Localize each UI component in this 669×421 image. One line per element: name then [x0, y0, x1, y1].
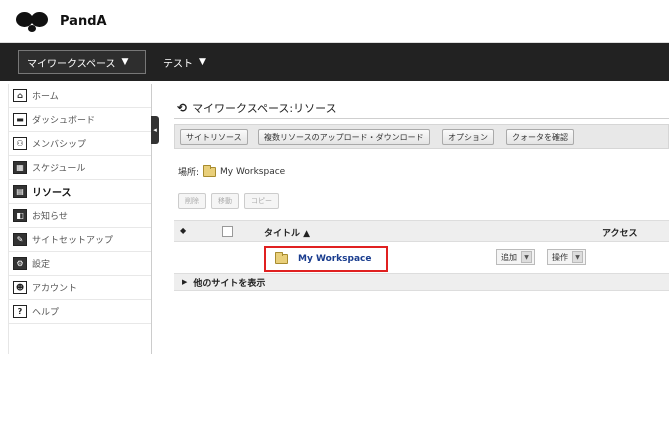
- sidebar-item-label: アカウント: [32, 284, 78, 294]
- sidebar-item-label: ダッシュボード: [32, 116, 96, 126]
- move-button[interactable]: 移動: [211, 193, 239, 209]
- reset-icon[interactable]: ⟲: [177, 101, 187, 115]
- resources-toolbar: サイトリソース 複数リソースのアップロード・ダウンロード オプション クォータを…: [174, 124, 669, 149]
- sidebar-item-label: お知らせ: [32, 212, 68, 222]
- options-button[interactable]: オプション: [442, 129, 494, 145]
- settings-icon: ⚙: [13, 257, 27, 270]
- show-other-sites-label: 他のサイトを表示: [193, 278, 266, 289]
- sidebar-item-label: 設定: [32, 260, 51, 270]
- sidebar-collapse-icon[interactable]: ◂: [151, 116, 159, 144]
- sort-toggle-icon[interactable]: ◆: [180, 226, 186, 235]
- check-quota-button[interactable]: クォータを確認: [506, 129, 574, 145]
- bulk-upload-download-button[interactable]: 複数リソースのアップロード・ダウンロード: [258, 129, 430, 145]
- select-all-checkbox[interactable]: [222, 226, 233, 237]
- site-resources-button[interactable]: サイトリソース: [180, 129, 248, 145]
- sidebar-item-help[interactable]: ? ヘルプ: [9, 300, 151, 324]
- sidebar-item-announcements[interactable]: ◧ お知らせ: [9, 204, 151, 228]
- sidebar-item-label: メンバシップ: [32, 140, 87, 150]
- chevron-down-icon: ▼: [572, 251, 583, 263]
- sidebar-item-membership[interactable]: ⚇ メンバシップ: [9, 132, 151, 156]
- remove-button[interactable]: 削除: [178, 193, 206, 209]
- actions-menu-label: 操作: [552, 252, 568, 262]
- table-row: [174, 243, 669, 270]
- home-icon: ⌂: [13, 89, 27, 102]
- resources-icon: ▤: [13, 185, 27, 198]
- header: PandA: [0, 0, 669, 43]
- sidebar-item-resources[interactable]: ▤ リソース: [9, 180, 151, 204]
- sidebar-item-label: サイトセットアップ: [32, 236, 114, 246]
- tool-sidebar: ⌂ ホーム ▬ ダッシュボード ⚇ メンバシップ ▦ スケジュール ▤ リソース…: [8, 84, 152, 354]
- tab-test-site-label: テスト: [163, 58, 193, 70]
- tab-test-site[interactable]: テスト ▼: [155, 50, 214, 74]
- sidebar-item-account[interactable]: ☻ アカウント: [9, 276, 151, 300]
- add-menu-label: 追加: [501, 252, 517, 262]
- folder-icon: [203, 164, 217, 177]
- column-header-title[interactable]: タイトル ▲: [264, 226, 310, 239]
- tab-my-workspace-label: マイワークスペース: [27, 58, 116, 70]
- sidebar-item-label: スケジュール: [32, 164, 86, 174]
- location-value: My Workspace: [220, 166, 286, 177]
- membership-icon: ⚇: [13, 137, 27, 150]
- location-label: 場所:: [178, 168, 200, 178]
- announcements-icon: ◧: [13, 209, 27, 222]
- chevron-down-icon: ▼: [121, 57, 129, 67]
- sidebar-item-label: リソース: [32, 188, 72, 199]
- divider: [174, 118, 669, 119]
- page-title: ⟲ マイワークスペース:リソース: [177, 100, 337, 116]
- site-nav-bar: マイワークスペース ▼ テスト ▼: [0, 43, 669, 81]
- sidebar-item-home[interactable]: ⌂ ホーム: [9, 84, 151, 108]
- chevron-down-icon: ▼: [521, 251, 532, 263]
- actions-menu-button[interactable]: 操作 ▼: [547, 249, 586, 265]
- app-name: PandA: [60, 13, 107, 29]
- copy-button[interactable]: コピー: [244, 193, 279, 209]
- table-header: ◆ タイトル ▲ アクセス: [174, 220, 669, 242]
- show-other-sites-toggle[interactable]: ▶ 他のサイトを表示: [174, 273, 669, 291]
- breadcrumb: 場所: My Workspace: [178, 164, 286, 178]
- tab-my-workspace[interactable]: マイワークスペース ▼: [18, 50, 146, 74]
- add-menu-button[interactable]: 追加 ▼: [496, 249, 535, 265]
- sidebar-item-site-setup[interactable]: ✎ サイトセットアップ: [9, 228, 151, 252]
- resource-title: My Workspace: [298, 254, 372, 264]
- sidebar-item-label: ヘルプ: [32, 308, 60, 318]
- sidebar-item-dashboard[interactable]: ▬ ダッシュボード: [9, 108, 151, 132]
- page-title-text: マイワークスペース:リソース: [192, 102, 337, 115]
- calendar-icon: ▦: [13, 161, 27, 174]
- panda-logo[interactable]: PandA: [16, 9, 107, 33]
- dashboard-icon: ▬: [13, 113, 27, 126]
- panda-logo-icon: [16, 9, 56, 33]
- column-header-access: アクセス: [602, 229, 638, 239]
- site-setup-icon: ✎: [13, 233, 27, 246]
- help-icon: ?: [13, 305, 27, 318]
- resource-title-link[interactable]: My Workspace: [264, 246, 388, 272]
- folder-icon: [275, 252, 288, 264]
- sidebar-item-schedule[interactable]: ▦ スケジュール: [9, 156, 151, 180]
- expand-triangle-icon: ▶: [182, 278, 188, 286]
- sidebar-item-label: ホーム: [32, 92, 59, 102]
- chevron-down-icon: ▼: [199, 57, 206, 67]
- account-icon: ☻: [13, 281, 27, 294]
- sidebar-item-preferences[interactable]: ⚙ 設定: [9, 252, 151, 276]
